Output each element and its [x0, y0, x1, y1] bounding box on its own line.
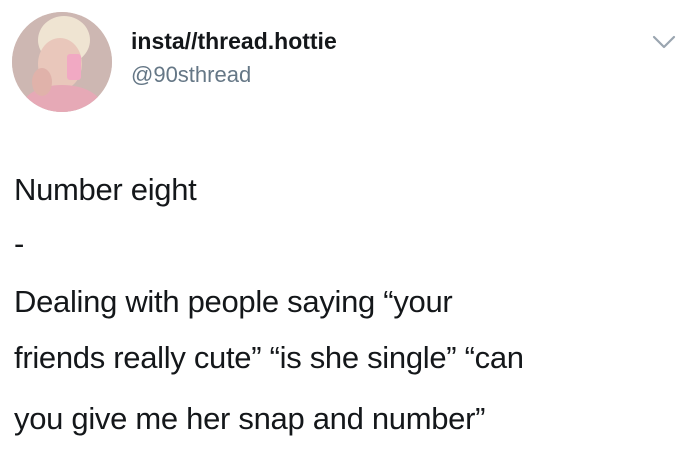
- tweet-card: insta//thread.hottie @90sthread Number e…: [0, 0, 700, 469]
- tweet-text-line: friends really cute” “is she single” “ca…: [14, 340, 524, 375]
- user-handle[interactable]: @90sthread: [131, 62, 251, 88]
- chevron-down-icon[interactable]: [649, 30, 679, 54]
- avatar[interactable]: [12, 12, 112, 112]
- display-name[interactable]: insta//thread.hottie: [131, 28, 337, 55]
- tweet-text-line: Number eight: [14, 172, 197, 207]
- profile-photo-icon: [12, 12, 112, 112]
- tweet-text-line: Dealing with people saying “your: [14, 284, 453, 319]
- tweet-text-line: you give me her snap and number”: [14, 401, 486, 436]
- tweet-text-line: -: [14, 226, 25, 261]
